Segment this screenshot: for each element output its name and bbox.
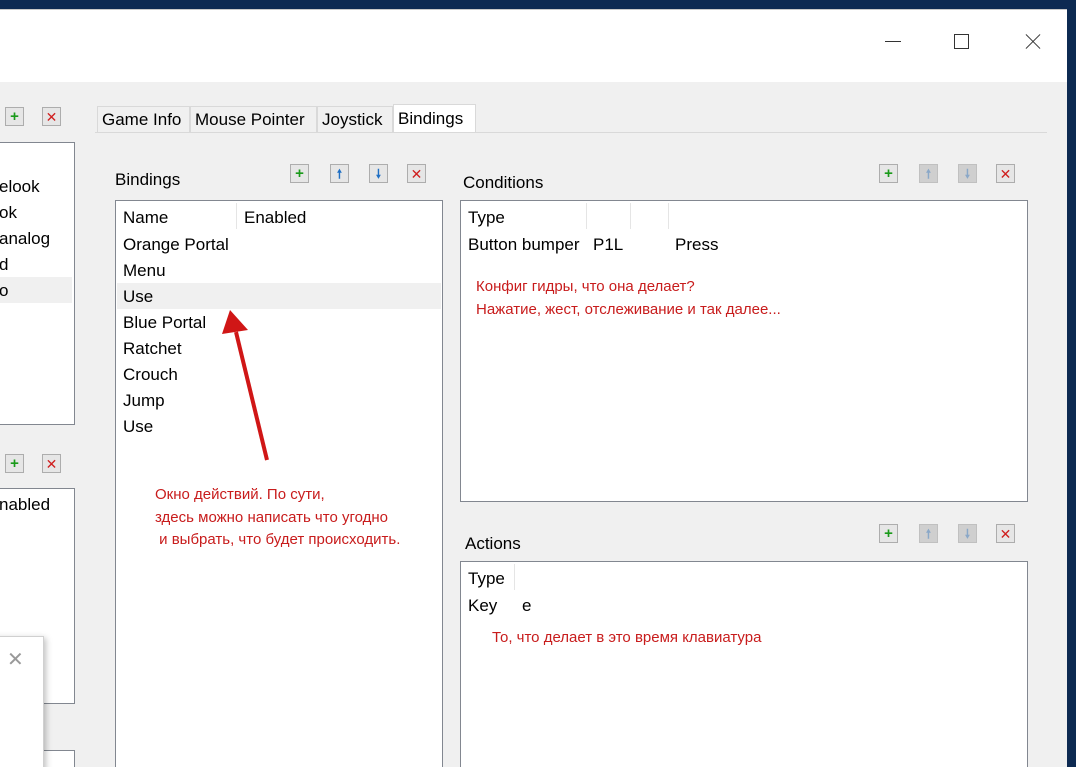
- arrow-down-icon: 🠗: [964, 526, 971, 541]
- bindings-annotation-line-1: Окно действий. По сути,: [155, 486, 325, 503]
- table-row[interactable]: Ratchet: [123, 339, 182, 359]
- conditions-list[interactable]: Type Button bumper P1L Press Конфиг гидр…: [460, 200, 1028, 502]
- conditions-move-down-button[interactable]: 🠗: [958, 164, 977, 183]
- add-icon: +: [10, 108, 19, 125]
- actions-add-button[interactable]: +: [879, 524, 898, 543]
- table-row[interactable]: Menu: [123, 261, 166, 281]
- column-divider: [630, 203, 631, 229]
- left-bottom-remove-button[interactable]: ✕: [42, 454, 61, 473]
- tab-game-info[interactable]: Game Info: [97, 106, 190, 132]
- actions-move-up-button[interactable]: 🠕: [919, 524, 938, 543]
- arrow-down-icon: 🠗: [964, 166, 971, 181]
- condition-action-cell[interactable]: Press: [675, 235, 718, 255]
- remove-icon: ✕: [999, 165, 1012, 182]
- conditions-move-up-button[interactable]: 🠕: [919, 164, 938, 183]
- actions-move-down-button[interactable]: 🠗: [958, 524, 977, 543]
- table-row[interactable]: Blue Portal: [123, 313, 206, 333]
- selected-row-highlight: [0, 277, 72, 303]
- close-button[interactable]: [1009, 20, 1055, 50]
- maximize-icon: [954, 34, 969, 49]
- title-bar: [0, 10, 1067, 82]
- arrow-shaft: [234, 331, 269, 461]
- column-header-type[interactable]: Type: [468, 569, 505, 589]
- left-bottom-add-button[interactable]: +: [5, 454, 24, 473]
- column-divider: [514, 564, 515, 590]
- bindings-move-up-button[interactable]: 🠕: [330, 164, 349, 183]
- column-header-enabled[interactable]: Enabled: [244, 208, 306, 228]
- bindings-list[interactable]: Name Enabled Orange Portal Menu Use Blue…: [115, 200, 443, 767]
- annotation-arrow: [222, 310, 269, 461]
- actions-title: Actions: [465, 534, 521, 553]
- action-type-cell[interactable]: Key: [468, 596, 497, 616]
- add-icon: +: [884, 525, 893, 542]
- remove-icon: ✕: [45, 108, 58, 125]
- column-divider: [586, 203, 587, 229]
- condition-input-cell[interactable]: P1L: [593, 235, 623, 255]
- selected-row-highlight: [117, 283, 441, 309]
- add-icon: +: [295, 165, 304, 182]
- minimize-button[interactable]: [870, 20, 916, 50]
- column-divider: [236, 203, 237, 229]
- actions-remove-button[interactable]: ✕: [996, 524, 1015, 543]
- actions-annotation: То, что делает в это время клавиатура: [492, 629, 762, 646]
- conditions-annotation-line-1: Конфиг гидры, что она делает?: [476, 278, 695, 295]
- tab-mouse-pointer[interactable]: Mouse Pointer: [190, 106, 317, 132]
- actions-list[interactable]: Type Key e То, что делает в это время кл…: [460, 561, 1028, 767]
- column-divider: [668, 203, 669, 229]
- table-row[interactable]: Orange Portal: [123, 235, 229, 255]
- bindings-annotation-line-3: и выбрать, что будет происходить.: [155, 531, 401, 548]
- tab-joystick[interactable]: Joystick: [317, 106, 393, 132]
- table-row[interactable]: Use: [123, 417, 153, 437]
- list-item[interactable]: elook: [0, 177, 40, 197]
- left-top-list[interactable]: elook ok analog d o: [0, 142, 75, 425]
- add-icon: +: [884, 165, 893, 182]
- popup-window: ✕: [0, 636, 44, 767]
- tab-divider: [95, 132, 1047, 133]
- arrow-head: [222, 310, 248, 334]
- conditions-remove-button[interactable]: ✕: [996, 164, 1015, 183]
- bindings-annotation-line-2: здесь можно написать что угодно: [155, 509, 388, 526]
- bindings-remove-button[interactable]: ✕: [407, 164, 426, 183]
- conditions-add-button[interactable]: +: [879, 164, 898, 183]
- left-top-add-button[interactable]: +: [5, 107, 24, 126]
- list-item[interactable]: o: [0, 281, 8, 301]
- table-row-selected[interactable]: Use: [123, 287, 153, 307]
- bindings-title: Bindings: [115, 170, 181, 189]
- list-item[interactable]: ok: [0, 203, 17, 223]
- bindings-move-down-button[interactable]: 🠗: [369, 164, 388, 183]
- bindings-add-button[interactable]: +: [290, 164, 309, 183]
- left-top-remove-button[interactable]: ✕: [42, 107, 61, 126]
- condition-type-cell[interactable]: Button bumper: [468, 235, 580, 255]
- remove-icon: ✕: [45, 455, 58, 472]
- tab-bindings[interactable]: Bindings: [393, 104, 476, 132]
- add-icon: +: [10, 455, 19, 472]
- arrow-up-icon: 🠕: [925, 526, 932, 541]
- table-row[interactable]: Jump: [123, 391, 165, 411]
- table-row[interactable]: Crouch: [123, 365, 178, 385]
- arrow-down-icon: 🠗: [375, 166, 382, 181]
- remove-icon: ✕: [999, 525, 1012, 542]
- maximize-button[interactable]: [938, 20, 984, 50]
- action-key-cell[interactable]: e: [522, 596, 531, 616]
- list-item[interactable]: d: [0, 255, 8, 275]
- remove-icon: ✕: [410, 165, 423, 182]
- conditions-annotation-line-2: Нажатие, жест, отслеживание и так далее.…: [476, 301, 781, 318]
- arrow-up-icon: 🠕: [925, 166, 932, 181]
- list-item[interactable]: analog: [0, 229, 50, 249]
- column-header-type[interactable]: Type: [468, 208, 505, 228]
- list-header: nabled: [0, 495, 51, 514]
- column-header-name[interactable]: Name: [123, 208, 168, 228]
- conditions-title: Conditions: [463, 173, 544, 192]
- minimize-icon: [885, 41, 901, 42]
- popup-close-icon[interactable]: ✕: [7, 647, 24, 672]
- app-window: + ✕ elook ok analog d o + ✕ nabled ✕ Gam…: [0, 9, 1067, 767]
- arrow-up-icon: 🠕: [336, 166, 343, 181]
